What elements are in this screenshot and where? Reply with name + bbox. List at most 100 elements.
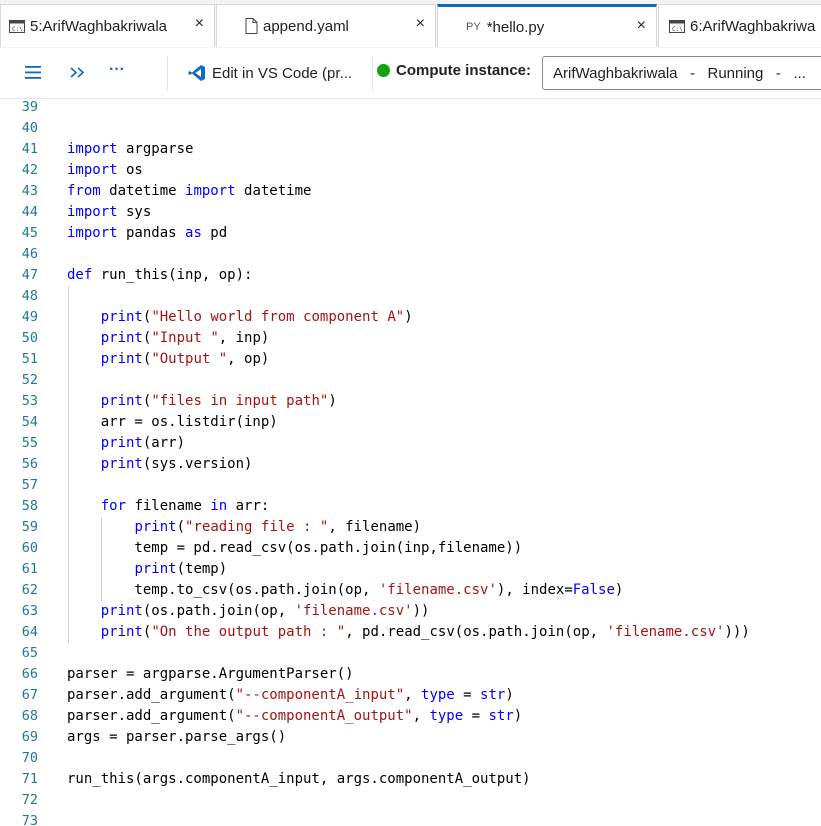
code-line[interactable]: 68 parser.add_argument("--componentA_outp… (0, 706, 821, 727)
tab-terminal-6[interactable]: C:\ 6:ArifWaghbakriwa (658, 4, 821, 47)
code-line[interactable]: 70 (0, 748, 821, 769)
code-line[interactable]: 50 print("Input ", inp) (0, 328, 821, 349)
code-line[interactable]: 49 print("Hello world from component A") (0, 307, 821, 328)
code-line[interactable]: 41 import argparse (0, 139, 821, 160)
code-line[interactable]: 45 import pandas as pd (0, 223, 821, 244)
close-icon[interactable]: × (637, 17, 646, 35)
line-number: 71 (21, 771, 38, 787)
code-token: def (67, 267, 93, 283)
code-line[interactable]: 51 print("Output ", op) (0, 349, 821, 370)
code-line[interactable]: 73 (0, 811, 821, 826)
line-number: 63 (21, 603, 38, 619)
code-text: for filename in arr: (67, 496, 270, 517)
line-number: 58 (21, 498, 38, 514)
code-line[interactable]: 53 print("files in input path") (0, 391, 821, 412)
code-token: temp.to_csv(os.path.join(op, (67, 582, 379, 598)
code-token: , inp) (218, 330, 270, 346)
code-line[interactable]: 57 (0, 475, 821, 496)
code-token: ), index= (496, 582, 573, 598)
code-token: str (488, 708, 514, 724)
hamburger-icon[interactable] (24, 64, 42, 80)
compute-instance: Compute instance: (377, 62, 531, 79)
line-number: 61 (21, 561, 38, 577)
code-text: import pandas as pd (67, 223, 227, 244)
code-token: arr: (227, 498, 270, 514)
code-token: parser.add_argument( (67, 708, 236, 724)
line-number: 56 (21, 456, 38, 472)
code-token: , op) (227, 351, 270, 367)
line-number: 67 (21, 687, 38, 703)
code-line[interactable]: 61 print(temp) (0, 559, 821, 580)
code-line[interactable]: 52 (0, 370, 821, 391)
code-line[interactable]: 59 print("reading file : ", filename) (0, 517, 821, 538)
code-line[interactable]: 56 print(sys.version) (0, 454, 821, 475)
code-line[interactable]: 47 def run_this(inp, op): (0, 265, 821, 286)
line-number: 65 (21, 645, 38, 661)
code-line[interactable]: 55 print(arr) (0, 433, 821, 454)
code-line[interactable]: 67 parser.add_argument("--componentA_inpu… (0, 685, 821, 706)
code-line[interactable]: 71 run_this(args.componentA_input, args.c… (0, 769, 821, 790)
close-icon[interactable]: × (416, 15, 425, 33)
more-icon[interactable]: ··· (105, 60, 129, 80)
code-line[interactable]: 40 (0, 118, 821, 139)
code-token: print (100, 309, 143, 325)
line-number: 66 (21, 666, 38, 682)
code-line[interactable]: 39 (0, 98, 821, 118)
code-line[interactable]: 62 temp.to_csv(os.path.join(op, 'filenam… (0, 580, 821, 601)
close-icon[interactable]: × (195, 15, 204, 33)
code-line[interactable]: 66 parser = argparse.ArgumentParser() (0, 664, 821, 685)
python-icon: PY (466, 21, 481, 33)
code-token: datetime (100, 183, 186, 199)
svg-text:C:\: C:\ (672, 26, 683, 33)
code-token: sys (117, 204, 152, 220)
code-line[interactable]: 64 print("On the output path : ", pd.rea… (0, 622, 821, 643)
terminal-icon: C:\ (9, 19, 25, 33)
code-token: ) (513, 708, 523, 724)
line-number: 64 (21, 624, 38, 640)
code-line[interactable]: 46 (0, 244, 821, 265)
code-line[interactable]: 54 arr = os.listdir(inp) (0, 412, 821, 433)
tab-append-yaml[interactable]: append.yaml × (216, 4, 436, 47)
edit-in-vscode-button[interactable]: Edit in VS Code (pr... (188, 62, 352, 84)
code-token: print (100, 624, 143, 640)
code-token: parser.add_argument( (67, 687, 236, 703)
code-token: import (67, 162, 118, 178)
tab-bar: C:\ 5:ArifWaghbakriwala × append.yaml × … (0, 0, 821, 49)
code-token: "files in input path" (151, 393, 329, 409)
code-token: (temp) (176, 561, 228, 577)
code-line[interactable]: 42 import os (0, 160, 821, 181)
code-token: (os.path.join(op, (142, 603, 295, 619)
tab-terminal-5[interactable]: C:\ 5:ArifWaghbakriwala × (0, 4, 215, 47)
code-line[interactable]: 60 temp = pd.read_csv(os.path.join(inp,f… (0, 538, 821, 559)
code-token: in (210, 498, 228, 514)
code-token: from (67, 183, 101, 199)
code-text: print("Input ", inp) (67, 328, 270, 349)
terminal-icon: C:\ (669, 19, 685, 33)
line-number: 68 (21, 708, 38, 724)
code-line[interactable]: 65 (0, 643, 821, 664)
compute-instance-select[interactable]: ArifWaghbakriwala - Running - ... (542, 56, 821, 90)
code-line[interactable]: 72 (0, 790, 821, 811)
line-number: 50 (21, 330, 38, 346)
code-line[interactable]: 58 for filename in arr: (0, 496, 821, 517)
tab-label: 6:ArifWaghbakriwa (690, 17, 816, 35)
code-line[interactable]: 44 import sys (0, 202, 821, 223)
code-token: type (421, 687, 455, 703)
run-all-icon[interactable] (68, 64, 86, 80)
line-number: 60 (21, 540, 38, 556)
code-text: from datetime import datetime (67, 181, 311, 202)
status-running-icon (377, 64, 390, 77)
code-token: str (480, 687, 506, 703)
code-line[interactable]: 48 (0, 286, 821, 307)
tab-hello-py[interactable]: PY *hello.py × (437, 4, 657, 47)
code-line[interactable]: 69 args = parser.parse_args() (0, 727, 821, 748)
code-text: print(arr) (67, 433, 185, 454)
code-token: "reading file : " (185, 519, 329, 535)
code-editor[interactable]: 39 40 41 import argparse 42 import os 43 from d… (0, 98, 821, 826)
code-line[interactable]: 43 from datetime import datetime (0, 181, 821, 202)
code-token: "Output " (151, 351, 228, 367)
code-token: False (572, 582, 615, 598)
code-line[interactable]: 63 print(os.path.join(op, 'filename.csv'… (0, 601, 821, 622)
